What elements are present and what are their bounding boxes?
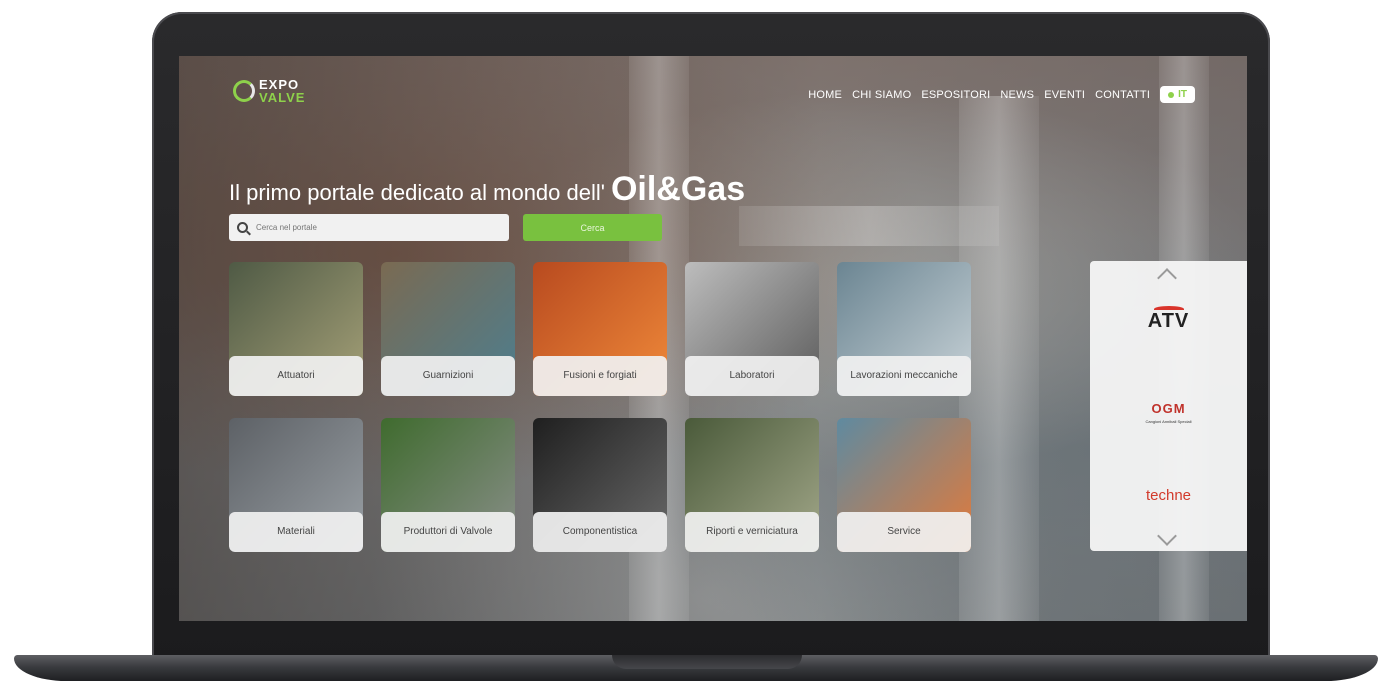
nav-eventi[interactable]: EVENTI	[1044, 89, 1085, 101]
exhibitor-logo-atv[interactable]: ATV	[1090, 306, 1247, 333]
category-label: Fusioni e forgiati	[533, 356, 667, 396]
search-box[interactable]	[229, 214, 509, 241]
category-label: Service	[837, 512, 971, 552]
category-card[interactable]: Laboratori	[685, 262, 819, 396]
category-label: Attuatori	[229, 356, 363, 396]
exhibitor-name: ATV	[1147, 310, 1190, 332]
category-label: Guarnizioni	[381, 356, 515, 396]
screen: EXPO VALVE HOME CHI SIAMO ESPOSITORI NEW…	[179, 56, 1247, 621]
background-pipe	[739, 206, 999, 246]
category-card[interactable]: Guarnizioni	[381, 262, 515, 396]
nav-home[interactable]: HOME	[808, 89, 842, 101]
language-label: IT	[1178, 89, 1187, 100]
chevron-down-icon[interactable]	[1157, 526, 1177, 546]
search-input[interactable]	[256, 223, 476, 232]
background-pipe	[959, 96, 1039, 621]
hero-title: Il primo portale dedicato al mondo dell'…	[229, 170, 745, 209]
category-label: Lavorazioni meccaniche	[837, 356, 971, 396]
category-grid: Attuatori Guarnizioni Fusioni e forgiati La…	[229, 262, 971, 552]
category-label: Produttori di Valvole	[381, 512, 515, 552]
exhibitor-carousel: ATV OGM Cangioni Annibali Speciali techn…	[1090, 261, 1247, 551]
laptop-notch	[612, 655, 802, 669]
main-nav: HOME CHI SIAMO ESPOSITORI NEWS EVENTI CO…	[808, 86, 1195, 103]
nav-espositori[interactable]: ESPOSITORI	[921, 89, 990, 101]
category-card[interactable]: Produttori di Valvole	[381, 418, 515, 552]
category-card[interactable]: Lavorazioni meccaniche	[837, 262, 971, 396]
category-card[interactable]: Fusioni e forgiati	[533, 262, 667, 396]
logo-text: EXPO VALVE	[259, 78, 305, 104]
exhibitor-name: OGM	[1151, 401, 1186, 416]
category-label: Componentistica	[533, 512, 667, 552]
category-card[interactable]: Service	[837, 418, 971, 552]
category-label: Materiali	[229, 512, 363, 552]
nav-chi-siamo[interactable]: CHI SIAMO	[852, 89, 911, 101]
site-logo[interactable]: EXPO VALVE	[233, 78, 305, 104]
category-card[interactable]: Attuatori	[229, 262, 363, 396]
search-icon	[237, 222, 248, 233]
nav-news[interactable]: NEWS	[1000, 89, 1034, 101]
nav-contatti[interactable]: CONTATTI	[1095, 89, 1150, 101]
logo-valve-icon	[233, 80, 255, 102]
exhibitor-logo-ogm[interactable]: OGM Cangioni Annibali Speciali	[1090, 401, 1247, 424]
search-button[interactable]: Cerca	[523, 214, 662, 241]
hero-title-text: Il primo portale dedicato al mondo dell'	[229, 180, 605, 205]
chevron-up-icon[interactable]	[1157, 268, 1177, 288]
category-card[interactable]: Materiali	[229, 418, 363, 552]
exhibitor-subtitle: Cangioni Annibali Speciali	[1145, 419, 1192, 424]
exhibitor-logo-techne[interactable]: techne	[1090, 487, 1247, 504]
category-label: Laboratori	[685, 356, 819, 396]
category-card[interactable]: Riporti e verniciatura	[685, 418, 819, 552]
category-card[interactable]: Componentistica	[533, 418, 667, 552]
language-switcher[interactable]: IT	[1160, 86, 1195, 103]
exhibitor-name: techne	[1145, 487, 1192, 504]
language-flag-icon	[1168, 91, 1175, 98]
hero-title-accent: Oil&Gas	[610, 170, 746, 208]
logo-bottom-text: VALVE	[259, 90, 306, 105]
category-label: Riporti e verniciatura	[685, 512, 819, 552]
